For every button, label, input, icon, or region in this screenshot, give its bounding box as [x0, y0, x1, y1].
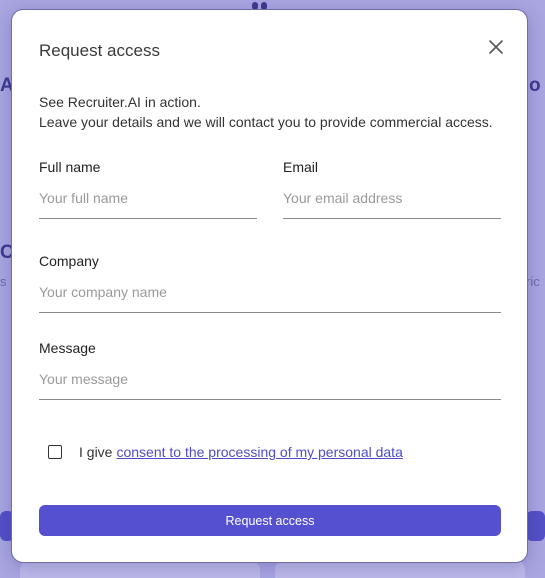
- consent-checkbox[interactable]: [48, 445, 62, 459]
- close-button[interactable]: [487, 38, 505, 56]
- intro-line: Leave your details and we will contact y…: [39, 114, 493, 130]
- consent-prefix: I give: [79, 444, 113, 460]
- company-field: Company: [39, 253, 501, 313]
- background-heading-fragment: o: [529, 75, 541, 96]
- message-label: Message: [39, 340, 96, 356]
- close-icon: [487, 38, 505, 56]
- company-label: Company: [39, 253, 99, 269]
- background-text-fragment: ric: [526, 274, 540, 289]
- email-label: Email: [283, 159, 319, 175]
- message-input[interactable]: [39, 371, 501, 400]
- consent-link[interactable]: consent to the processing of my personal…: [116, 444, 402, 460]
- background-button: [526, 511, 545, 541]
- request-access-button[interactable]: Request access: [39, 505, 501, 536]
- message-field: Message: [39, 340, 501, 400]
- full-name-input[interactable]: [39, 190, 257, 219]
- company-input[interactable]: [39, 284, 501, 313]
- request-access-dialog: Request access See Recruiter.AI in actio…: [11, 9, 528, 563]
- email-input[interactable]: [283, 190, 501, 219]
- dialog-intro: See Recruiter.AI in action. Leave your d…: [39, 92, 509, 132]
- email-field: Email: [283, 159, 501, 219]
- full-name-field: Full name: [39, 159, 257, 219]
- intro-line: See Recruiter.AI in action.: [39, 94, 201, 110]
- dialog-title: Request access: [39, 41, 160, 60]
- consent-row: I give consent to the processing of my p…: [48, 444, 403, 460]
- full-name-label: Full name: [39, 159, 101, 175]
